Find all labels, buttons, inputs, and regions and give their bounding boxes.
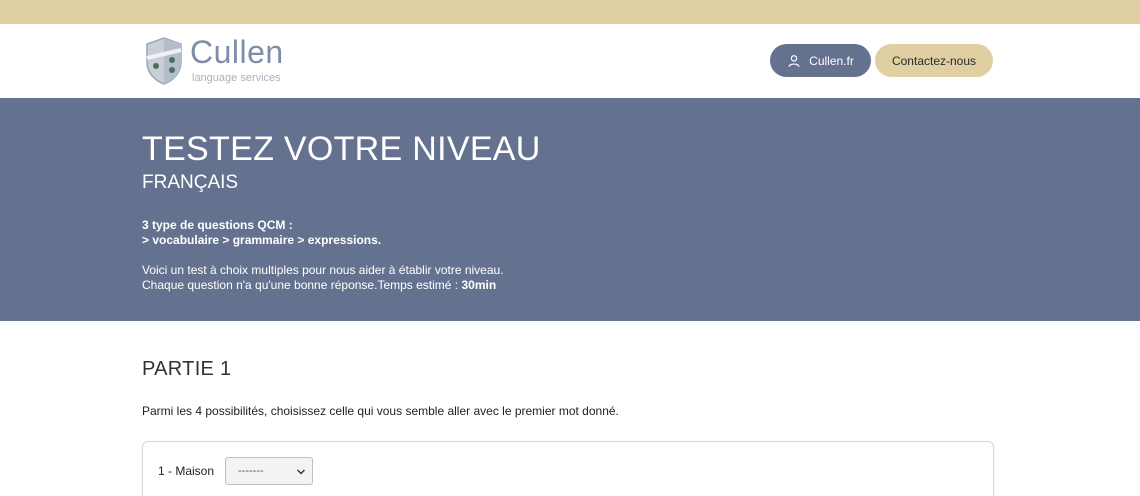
desc-line-2: Chaque question n'a qu'une bonne réponse… bbox=[142, 278, 504, 293]
logo-subtitle: language services bbox=[192, 72, 281, 84]
qcm-line-1: 3 type de questions QCM : bbox=[142, 218, 293, 232]
chevron-down-icon bbox=[297, 469, 305, 475]
hero-banner: TESTEZ VOTRE NIVEAU FRANÇAIS 3 type de q… bbox=[0, 98, 1140, 321]
shield-logo-icon bbox=[146, 37, 182, 85]
answer-select-value: ------- bbox=[238, 465, 264, 477]
test-description: Voici un test à choix multiples pour nou… bbox=[142, 263, 504, 293]
user-icon bbox=[788, 54, 800, 67]
contact-button[interactable]: Contactez-nous bbox=[875, 44, 993, 77]
qcm-info: 3 type de questions QCM : > vocabulaire … bbox=[142, 218, 381, 248]
logo-name: Cullen bbox=[190, 34, 284, 70]
desc-line-2-text: Chaque question n'a qu'une bonne réponse… bbox=[142, 278, 462, 292]
desc-line-1: Voici un test à choix multiples pour nou… bbox=[142, 263, 504, 277]
section-instructions: Parmi les 4 possibilités, choisissez cel… bbox=[142, 404, 619, 418]
page-title: TESTEZ VOTRE NIVEAU bbox=[142, 130, 541, 168]
question-card: 1 - Maison ------- bbox=[142, 441, 994, 496]
cullen-site-button[interactable]: Cullen.fr bbox=[770, 44, 871, 77]
site-header: Cullen language services Cullen.fr Conta… bbox=[0, 24, 1140, 98]
qcm-line-2: > vocabulaire > grammaire > expressions. bbox=[142, 233, 382, 247]
answer-select[interactable]: ------- bbox=[225, 457, 313, 485]
question-label: 1 - Maison bbox=[158, 464, 215, 478]
estimated-time: 30min bbox=[461, 278, 497, 292]
cullen-site-label: Cullen.fr bbox=[809, 53, 854, 68]
contact-label: Contactez-nous bbox=[891, 53, 977, 68]
logo[interactable]: Cullen language services bbox=[144, 34, 284, 88]
top-strip bbox=[0, 0, 1140, 24]
language-subtitle: FRANÇAIS bbox=[142, 172, 239, 193]
section-title: PARTIE 1 bbox=[142, 358, 232, 380]
